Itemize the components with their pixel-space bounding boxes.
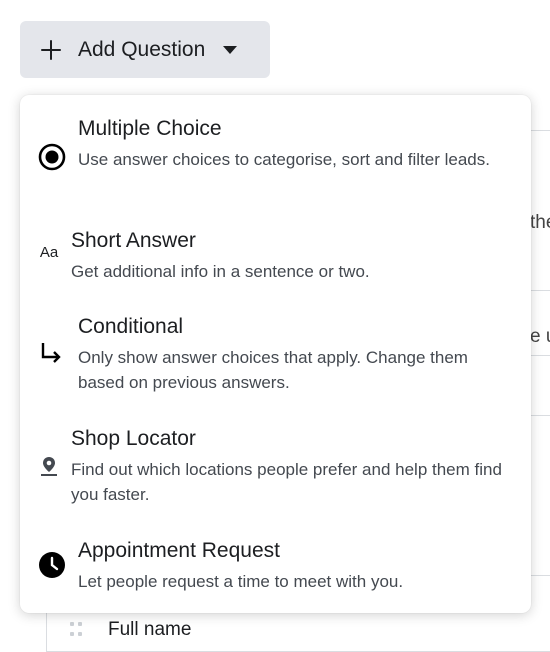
menu-item-description: Use answer choices to categorise, sort a… [78, 150, 490, 169]
form-field-label: Full name [108, 619, 192, 640]
menu-item-multiple-choice[interactable]: Multiple Choice Use answer choices to ca… [20, 95, 531, 207]
menu-item-appointment-request[interactable]: Appointment Request Let people request a… [20, 525, 531, 605]
location-pin-icon [38, 455, 60, 477]
menu-item-description: Only show answer choices that apply. Cha… [78, 348, 468, 392]
text-aa-icon: Aa [39, 243, 59, 261]
menu-item-title: Shop Locator [71, 427, 196, 450]
menu-item-title: Short Answer [71, 229, 196, 252]
plus-icon [40, 39, 62, 61]
menu-item-conditional[interactable]: Conditional Only show answer choices tha… [20, 309, 531, 409]
menu-item-description: Find out which locations people prefer a… [71, 460, 502, 504]
menu-item-description: Get additional info in a sentence or two… [71, 262, 370, 281]
menu-item-description: Let people request a time to meet with y… [78, 572, 404, 591]
menu-item-title: Appointment Request [78, 539, 280, 562]
menu-item-shop-locator[interactable]: Shop Locator Find out which locations pe… [20, 409, 531, 509]
add-question-menu: Multiple Choice Use answer choices to ca… [20, 95, 531, 613]
add-question-label: Add Question [78, 37, 206, 61]
form-field-row[interactable]: Full name [46, 615, 550, 645]
menu-item-title: Conditional [78, 315, 184, 338]
add-question-button[interactable]: Add Question [20, 21, 270, 78]
caret-down-icon [223, 45, 238, 54]
radio-selected-icon [38, 143, 66, 171]
drag-handle-icon[interactable] [70, 622, 82, 638]
background-text-fragment: e u [530, 326, 550, 347]
background-text-fragment: the [530, 212, 550, 233]
menu-item-title: Multiple Choice [78, 117, 222, 140]
branch-arrow-icon [38, 340, 64, 366]
menu-item-short-answer[interactable]: Aa Short Answer Get additional info in a… [20, 207, 531, 293]
clock-icon [38, 551, 66, 579]
